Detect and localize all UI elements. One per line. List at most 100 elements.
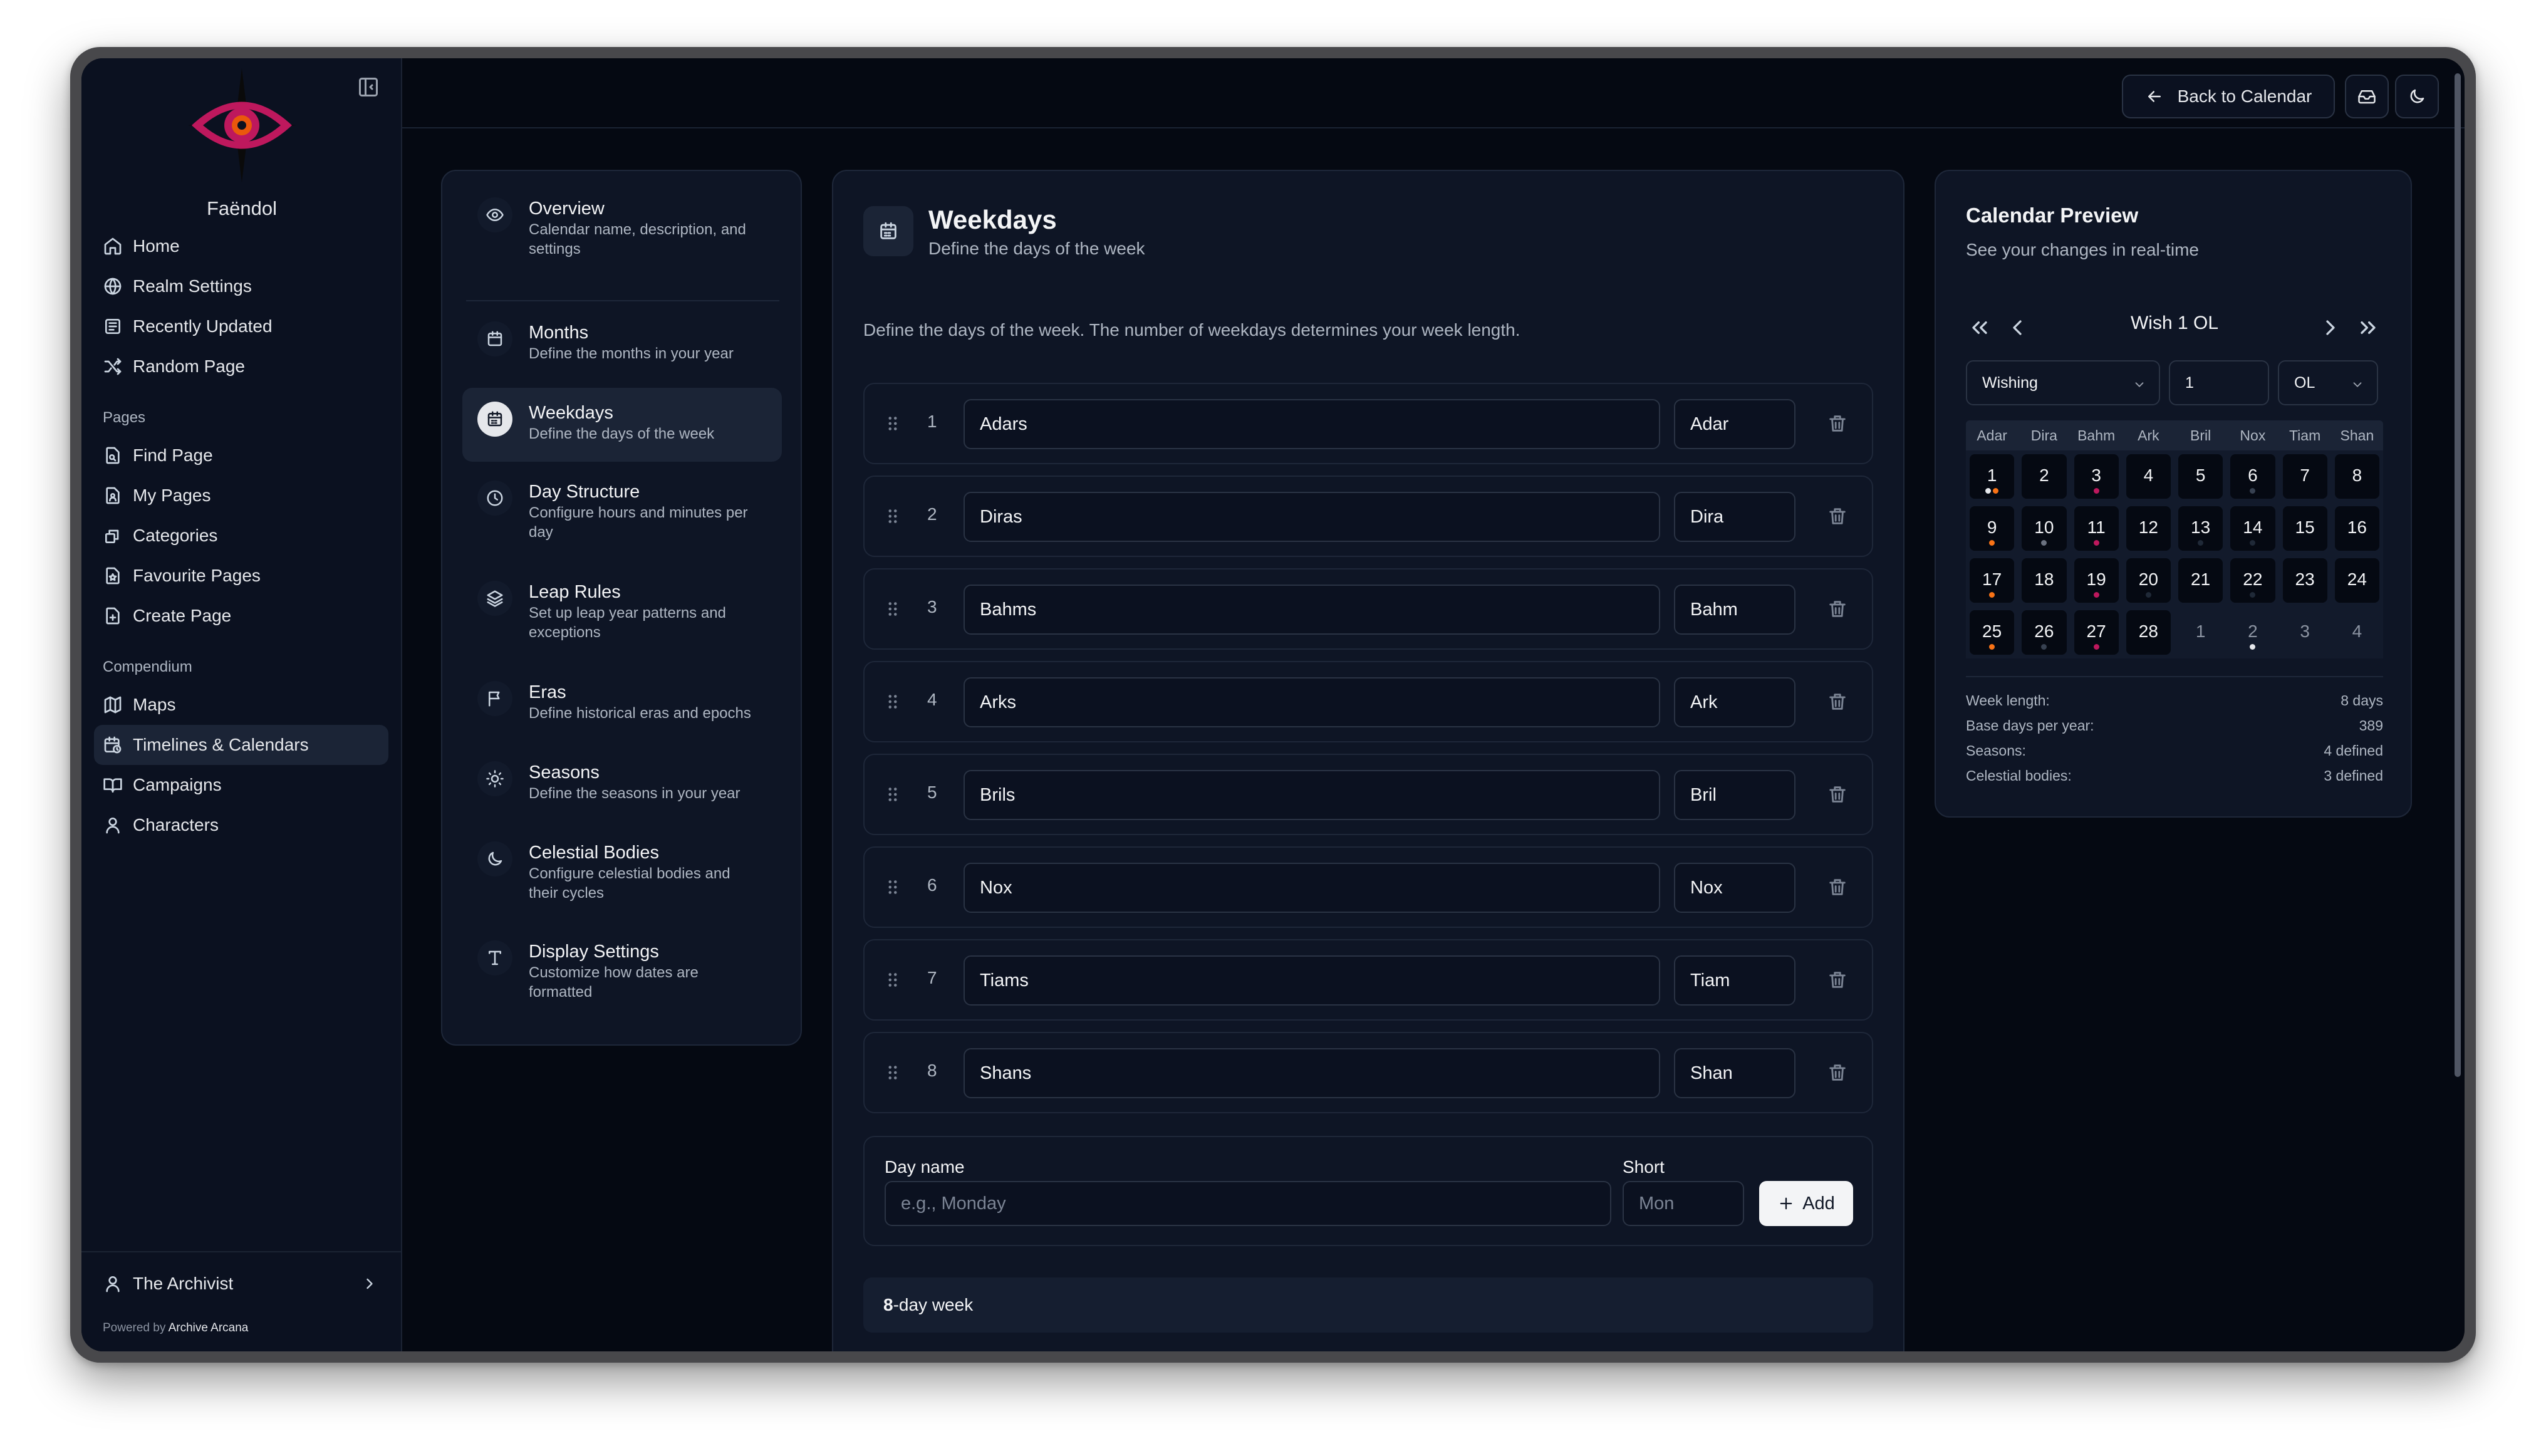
grip-vertical-icon[interactable] xyxy=(882,413,903,434)
weekday-short-input[interactable]: Tiam xyxy=(1674,955,1795,1006)
weekday-short-input[interactable]: Bahm xyxy=(1674,585,1795,635)
weekday-name-input[interactable]: Nox xyxy=(964,863,1660,913)
sidebar-item-random-page[interactable]: Random Page xyxy=(94,346,388,387)
grip-vertical-icon[interactable] xyxy=(882,876,903,898)
trash-icon[interactable] xyxy=(1827,598,1848,620)
calendar-day-cell[interactable]: 22 xyxy=(2226,554,2278,606)
back-to-calendar-button[interactable]: Back to Calendar xyxy=(2122,75,2335,118)
weekday-name-input[interactable]: Brils xyxy=(964,770,1660,820)
sidebar-item-characters[interactable]: Characters xyxy=(94,805,388,845)
calendar-day-cell[interactable]: 5 xyxy=(2174,450,2226,502)
weekday-name-input[interactable]: Bahms xyxy=(964,585,1660,635)
short-name-input[interactable]: Mon xyxy=(1623,1181,1744,1226)
user-menu[interactable]: The Archivist xyxy=(103,1265,385,1303)
sidebar-item-timelines-calendars[interactable]: Timelines & Calendars xyxy=(94,725,388,765)
section-overview[interactable]: Overview Calendar name, description, and … xyxy=(462,184,782,296)
calendar-day-cell[interactable]: 14 xyxy=(2226,502,2278,554)
weekday-short-input[interactable]: Dira xyxy=(1674,492,1795,542)
calendar-day-cell[interactable]: 24 xyxy=(2331,554,2383,606)
chevron-left-icon[interactable] xyxy=(2005,315,2030,340)
section-celestial-bodies[interactable]: Celestial Bodies Configure celestial bodi… xyxy=(462,828,782,922)
weekday-name-input[interactable]: Adars xyxy=(964,399,1660,449)
calendar-day-cell[interactable]: 8 xyxy=(2331,450,2383,502)
calendar-day-cell[interactable]: 15 xyxy=(2279,502,2331,554)
calendar-day-cell[interactable]: 23 xyxy=(2279,554,2331,606)
section-eras[interactable]: Eras Define historical eras and epochs xyxy=(462,667,782,742)
weekday-name-input[interactable]: Shans xyxy=(964,1048,1660,1098)
chevron-right-icon[interactable] xyxy=(2318,315,2343,340)
calendar-day-cell[interactable]: 1 xyxy=(1966,450,2018,502)
sidebar-item-home[interactable]: Home xyxy=(94,226,388,266)
calendar-day-cell[interactable]: 9 xyxy=(1966,502,2018,554)
calendar-day-cell[interactable]: 4 xyxy=(2123,450,2174,502)
calendar-day-cell[interactable]: 11 xyxy=(2071,502,2123,554)
calendar-day-cell[interactable]: 25 xyxy=(1966,606,2018,658)
weekday-name-input[interactable]: Tiams xyxy=(964,955,1660,1006)
weekday-short-input[interactable]: Shan xyxy=(1674,1048,1795,1098)
calendar-day-cell-adjacent[interactable]: 2 xyxy=(2226,606,2278,658)
trash-icon[interactable] xyxy=(1827,784,1848,805)
calendar-day-cell[interactable]: 18 xyxy=(2018,554,2070,606)
page-scrollbar[interactable] xyxy=(2455,73,2461,1077)
sidebar-item-maps[interactable]: Maps xyxy=(94,685,388,725)
day-name-input[interactable]: e.g., Monday xyxy=(885,1181,1611,1226)
weekday-short-input[interactable]: Bril xyxy=(1674,770,1795,820)
calendar-day-cell[interactable]: 20 xyxy=(2123,554,2174,606)
calendar-day-cell[interactable]: 27 xyxy=(2071,606,2123,658)
chevrons-left-icon[interactable] xyxy=(1967,315,1992,340)
chevrons-right-icon[interactable] xyxy=(2356,315,2381,340)
sidebar-item-find-page[interactable]: Find Page xyxy=(94,435,388,476)
calendar-day-cell[interactable]: 3 xyxy=(2071,450,2123,502)
calendar-day-cell[interactable]: 13 xyxy=(2174,502,2226,554)
weekday-name-input[interactable]: Arks xyxy=(964,677,1660,727)
calendar-day-cell[interactable]: 16 xyxy=(2331,502,2383,554)
calendar-day-cell[interactable]: 26 xyxy=(2018,606,2070,658)
month-select[interactable]: Wishing xyxy=(1966,360,2160,405)
section-leap-rules[interactable]: Leap Rules Set up leap year patterns and … xyxy=(462,567,782,661)
section-weekdays[interactable]: Weekdays Define the days of the week xyxy=(462,388,782,462)
trash-icon[interactable] xyxy=(1827,691,1848,712)
calendar-day-cell[interactable]: 6 xyxy=(2226,450,2278,502)
calendar-day-cell[interactable]: 2 xyxy=(2018,450,2070,502)
calendar-day-cell[interactable]: 28 xyxy=(2123,606,2174,658)
day-number-input[interactable]: 1 xyxy=(2169,360,2269,405)
trash-icon[interactable] xyxy=(1827,413,1848,434)
calendar-day-cell[interactable]: 17 xyxy=(1966,554,2018,606)
era-select[interactable]: OL xyxy=(2278,360,2378,405)
sidebar-item-create-page[interactable]: Create Page xyxy=(94,596,388,636)
weekday-name-input[interactable]: Diras xyxy=(964,492,1660,542)
calendar-day-cell[interactable]: 21 xyxy=(2174,554,2226,606)
trash-icon[interactable] xyxy=(1827,969,1848,991)
trash-icon[interactable] xyxy=(1827,1062,1848,1083)
calendar-day-cell-adjacent[interactable]: 1 xyxy=(2174,606,2226,658)
grip-vertical-icon[interactable] xyxy=(882,969,903,991)
add-weekday-button[interactable]: Add xyxy=(1759,1181,1853,1226)
trash-icon[interactable] xyxy=(1827,506,1848,527)
sidebar-item-categories[interactable]: Categories xyxy=(94,516,388,556)
weekday-short-input[interactable]: Adar xyxy=(1674,399,1795,449)
trash-icon[interactable] xyxy=(1827,876,1848,898)
calendar-day-cell[interactable]: 12 xyxy=(2123,502,2174,554)
calendar-day-cell[interactable]: 10 xyxy=(2018,502,2070,554)
calendar-day-cell-adjacent[interactable]: 3 xyxy=(2279,606,2331,658)
sidebar-item-campaigns[interactable]: Campaigns xyxy=(94,765,388,805)
inbox-button[interactable] xyxy=(2345,75,2389,118)
weekday-short-input[interactable]: Nox xyxy=(1674,863,1795,913)
grip-vertical-icon[interactable] xyxy=(882,1062,903,1083)
section-display-settings[interactable]: Display Settings Customize how dates are … xyxy=(462,927,782,1021)
calendar-day-cell[interactable]: 7 xyxy=(2279,450,2331,502)
grip-vertical-icon[interactable] xyxy=(882,598,903,620)
powered-by-brand[interactable]: Archive Arcana xyxy=(169,1321,249,1334)
section-seasons[interactable]: Seasons Define the seasons in your year xyxy=(462,747,782,823)
section-months[interactable]: Months Define the months in your year xyxy=(462,308,782,385)
section-day-structure[interactable]: Day Structure Configure hours and minutes… xyxy=(462,467,782,561)
calendar-day-cell-adjacent[interactable]: 4 xyxy=(2331,606,2383,658)
calendar-day-cell[interactable]: 19 xyxy=(2071,554,2123,606)
sidebar-item-favourite-pages[interactable]: Favourite Pages xyxy=(94,556,388,596)
grip-vertical-icon[interactable] xyxy=(882,784,903,805)
grip-vertical-icon[interactable] xyxy=(882,506,903,527)
theme-toggle-button[interactable] xyxy=(2395,75,2439,118)
sidebar-item-recently-updated[interactable]: Recently Updated xyxy=(94,306,388,346)
sidebar-item-my-pages[interactable]: My Pages xyxy=(94,476,388,516)
sidebar-collapse-icon[interactable] xyxy=(357,76,380,98)
